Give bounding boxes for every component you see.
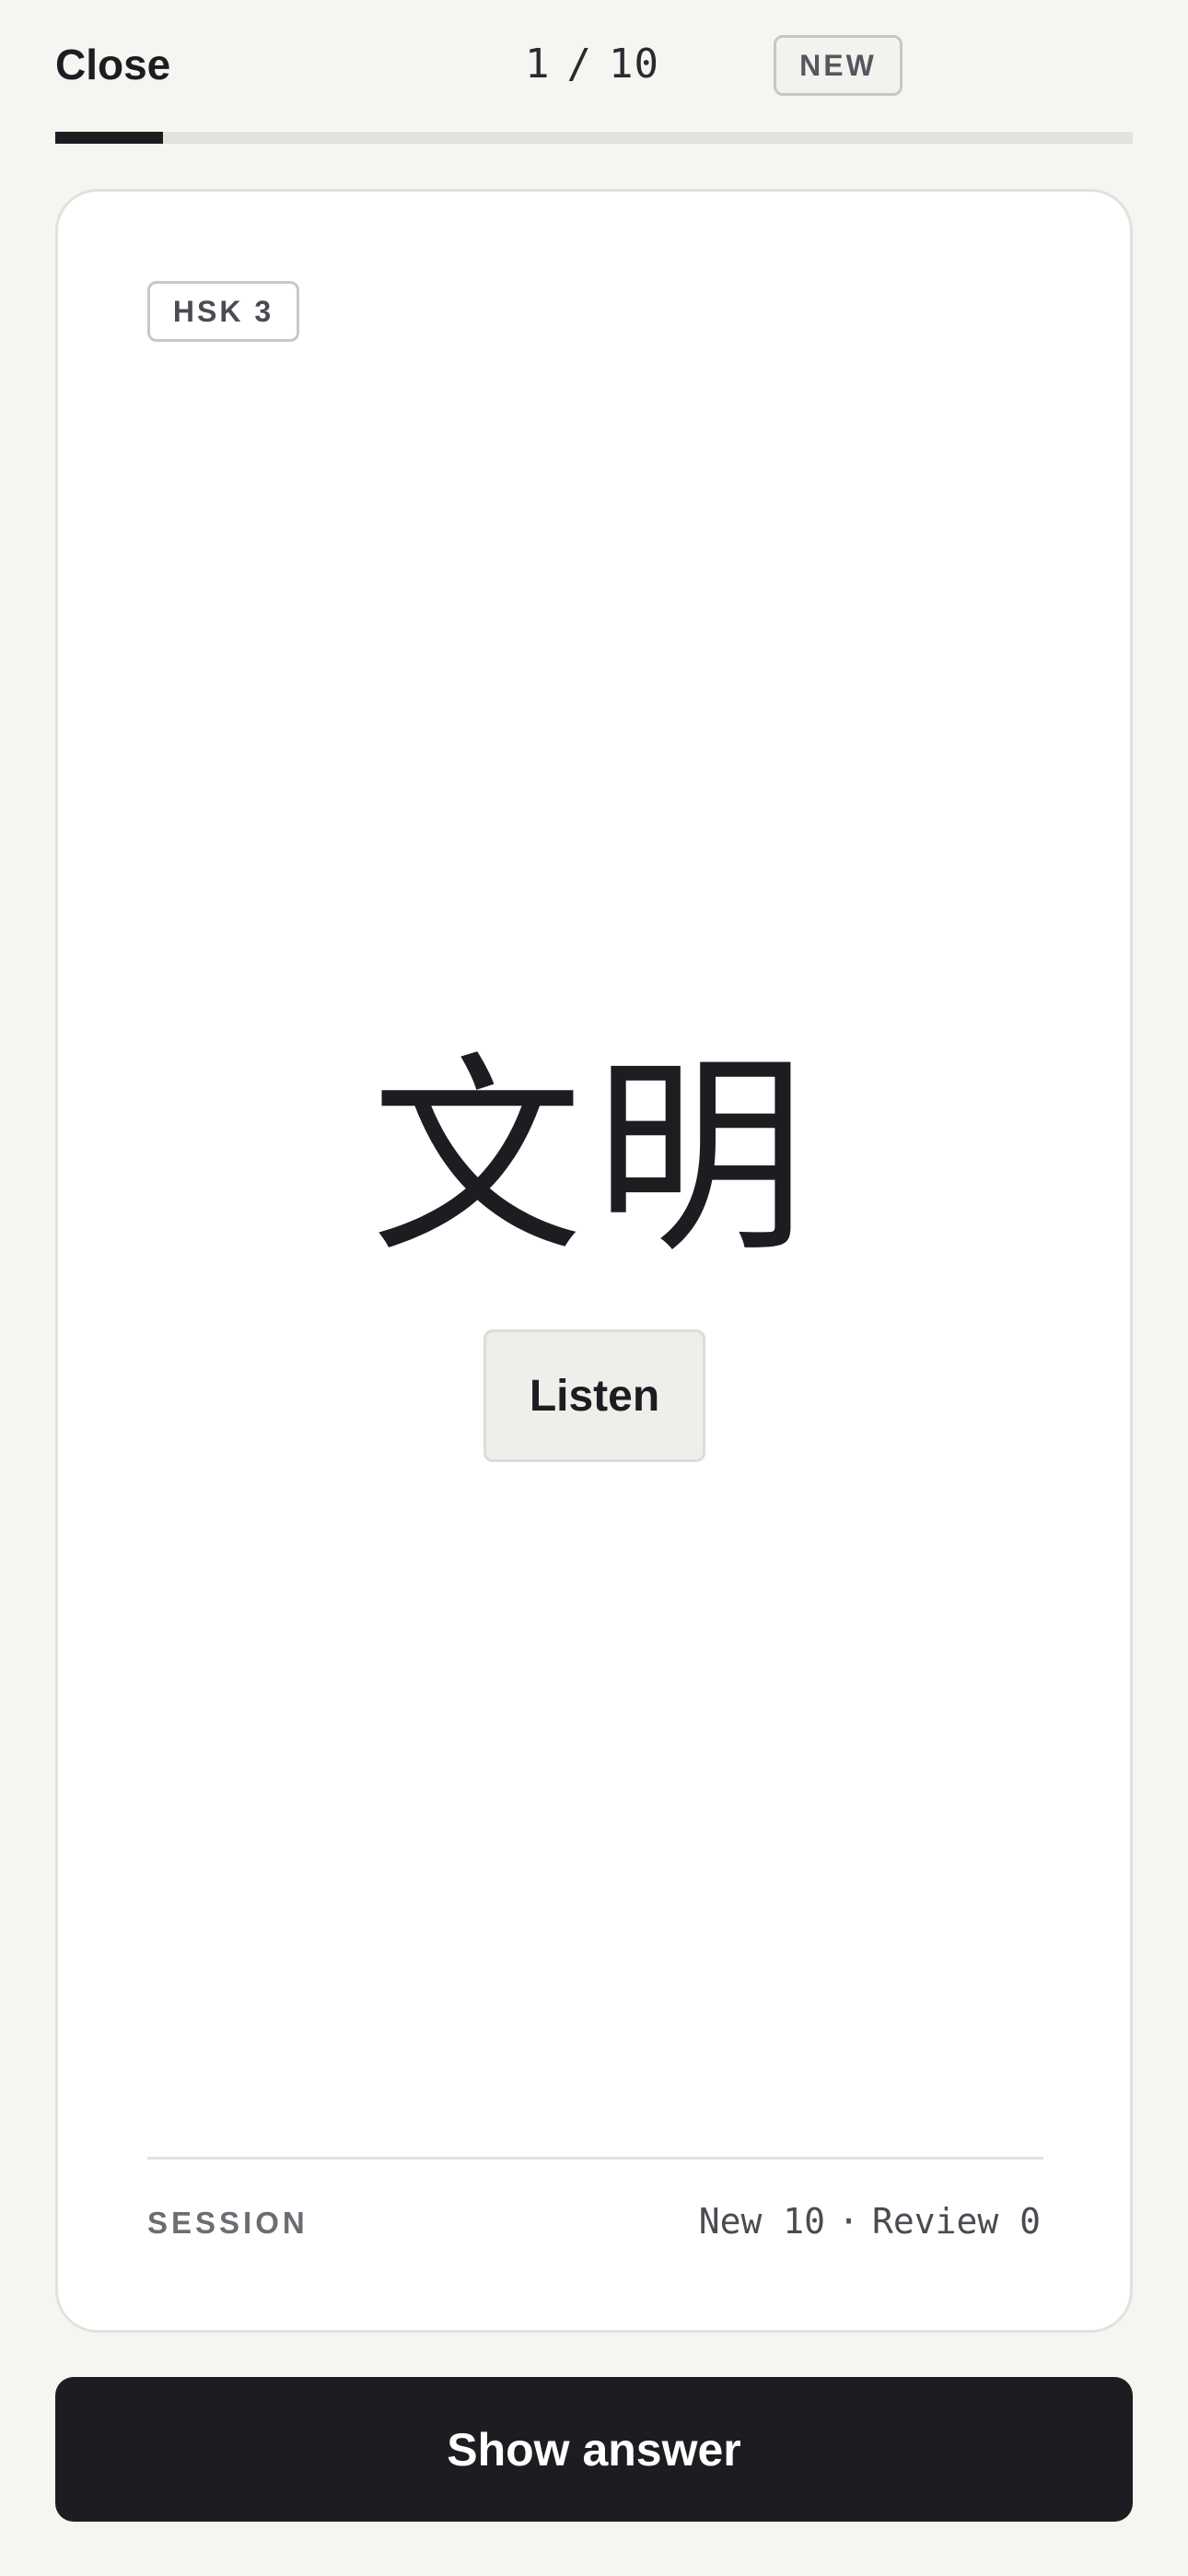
session-review-count: Review 0 bbox=[871, 2201, 1041, 2242]
close-button[interactable]: Close bbox=[55, 37, 170, 92]
counter-current: 1 bbox=[525, 41, 551, 88]
progress-bar-fill bbox=[55, 132, 163, 144]
flashcard: HSK 3 文明 Listen SESSION New 10 · Review 0 bbox=[55, 189, 1133, 2333]
session-new-count: New 10 bbox=[698, 2201, 826, 2242]
session-stats: New 10 · Review 0 bbox=[699, 2198, 1041, 2244]
progress-bar bbox=[55, 132, 1133, 144]
level-badge: HSK 3 bbox=[147, 281, 299, 342]
top-bar: Close 1 / 10 NEW bbox=[55, 0, 1133, 144]
session-separator: · bbox=[838, 2201, 859, 2242]
counter-total: 10 bbox=[609, 41, 659, 88]
listen-button[interactable]: Listen bbox=[483, 1329, 705, 1462]
card-counter: 1 / 10 bbox=[525, 37, 659, 92]
card-divider bbox=[147, 2157, 1043, 2160]
counter-separator: / bbox=[566, 41, 592, 88]
show-answer-button[interactable]: Show answer bbox=[55, 2377, 1133, 2522]
session-label: SESSION bbox=[147, 2206, 309, 2240]
hanzi-word: 文明 bbox=[370, 1036, 817, 1282]
status-badge: NEW bbox=[774, 35, 903, 96]
